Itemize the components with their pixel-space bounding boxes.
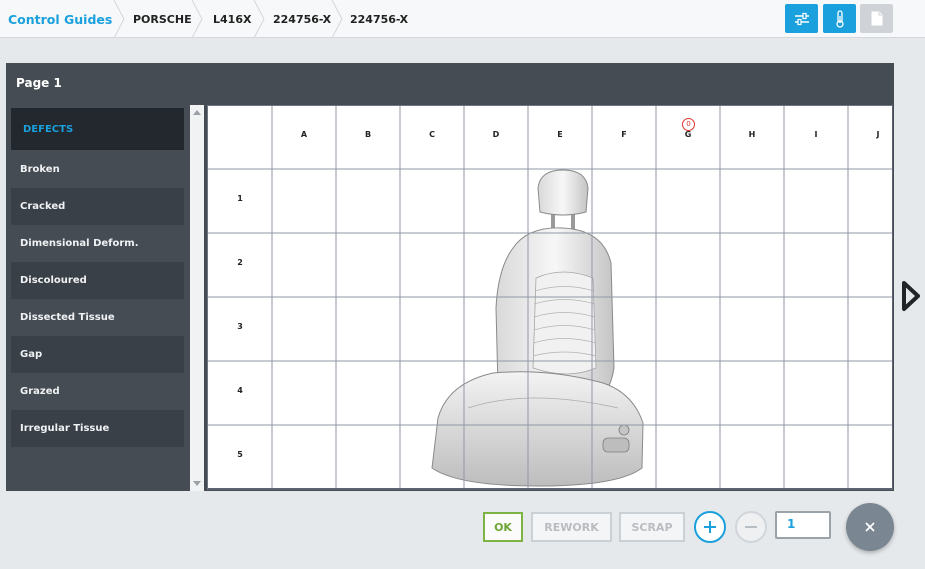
grid-row-header: 2: [237, 258, 243, 267]
ok-button[interactable]: OK: [483, 512, 523, 542]
grid-column-header: A: [300, 130, 308, 139]
breadcrumb-home[interactable]: Control Guides: [8, 0, 112, 38]
plus-icon: [704, 521, 716, 533]
grid-column-header: I: [814, 130, 818, 139]
grid-column-header: F: [621, 130, 627, 139]
sliders-icon: [794, 12, 809, 25]
defect-item-cracked[interactable]: Cracked: [11, 188, 184, 225]
scroll-down-icon[interactable]: [193, 481, 201, 486]
breadcrumb-separator-icon: [331, 0, 343, 38]
defect-item-gap[interactable]: Gap: [11, 336, 184, 373]
breadcrumb-current: 224756-X: [350, 12, 409, 26]
grid-row-header: 1: [237, 194, 243, 203]
defect-grid[interactable]: A B C D E F G H I J 1 2 3 4 5 0: [207, 105, 893, 490]
grid-row-header: 5: [237, 450, 243, 459]
thermometer-icon: [835, 9, 844, 28]
scroll-up-icon[interactable]: [193, 110, 201, 115]
document-button[interactable]: [860, 4, 893, 33]
document-icon: [871, 11, 882, 26]
grid-column-header: H: [748, 130, 756, 139]
close-button[interactable]: [846, 503, 894, 551]
grid-row-header: 3: [237, 322, 243, 331]
info-button[interactable]: [823, 4, 856, 33]
rework-button[interactable]: REWORK: [531, 512, 612, 542]
quantity-input[interactable]: 1: [775, 511, 831, 539]
defect-item-discoloured[interactable]: Discoloured: [11, 262, 184, 299]
defect-item-irregular-tissue[interactable]: Irregular Tissue: [11, 410, 184, 447]
grid-column-header: B: [364, 130, 372, 139]
grid-row-header: 4: [237, 386, 243, 395]
defect-item-grazed[interactable]: Grazed: [11, 373, 184, 410]
grid-column-header: J: [876, 130, 880, 139]
breadcrumb-separator-icon: [113, 0, 125, 38]
grid-lines: [208, 106, 893, 490]
increment-button[interactable]: [694, 511, 726, 543]
breadcrumb-separator-icon: [191, 0, 203, 38]
settings-button[interactable]: [785, 4, 818, 33]
grid-column-header: E: [557, 130, 563, 139]
defects-list: DEFECTS Broken Cracked Dimensional Defor…: [11, 108, 184, 488]
defects-scrollbar[interactable]: [190, 105, 204, 491]
defect-item-broken[interactable]: Broken: [11, 151, 184, 188]
breadcrumb-separator-icon: [253, 0, 265, 38]
minus-icon: [745, 526, 757, 528]
close-icon: [865, 522, 875, 532]
top-bar: Control Guides PORSCHE L416X 224756-X 22…: [0, 0, 925, 38]
defects-list-header: DEFECTS: [11, 108, 184, 150]
defect-item-dimensional-deform[interactable]: Dimensional Deform.: [11, 225, 184, 262]
panel-title: Page 1: [16, 76, 62, 90]
grid-column-header: D: [492, 130, 500, 139]
decrement-button[interactable]: [735, 511, 767, 543]
breadcrumb-model[interactable]: L416X: [213, 0, 251, 38]
breadcrumb-part[interactable]: 224756-X: [273, 0, 331, 38]
grid-column-header: C: [429, 130, 435, 139]
scrap-button[interactable]: SCRAP: [619, 512, 685, 542]
breadcrumb-brand[interactable]: PORSCHE: [133, 0, 192, 38]
defect-item-dissected-tissue[interactable]: Dissected Tissue: [11, 299, 184, 336]
grid-column-header: G: [684, 130, 692, 139]
next-page-arrow-icon[interactable]: [900, 280, 922, 312]
defect-count-marker[interactable]: 0: [682, 118, 695, 131]
